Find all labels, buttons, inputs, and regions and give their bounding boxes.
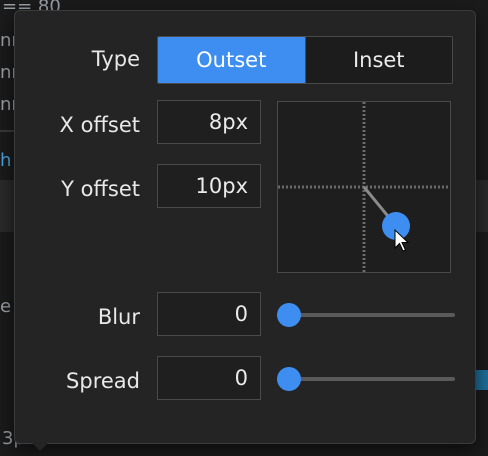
type-inset-button[interactable]: Inset (304, 37, 452, 83)
spread-slider-thumb[interactable] (277, 367, 301, 391)
blur-input[interactable] (157, 292, 261, 336)
type-segmented-control: Outset Inset (157, 36, 453, 84)
spread-slider-track[interactable] (287, 377, 455, 381)
bg-row (474, 180, 488, 232)
type-outset-button[interactable]: Outset (158, 37, 305, 83)
x-offset-label: X offset (59, 113, 140, 137)
y-offset-label: Y offset (61, 177, 140, 201)
spread-input[interactable] (157, 356, 261, 400)
offset-pad[interactable] (277, 101, 451, 273)
spread-label: Spread (66, 369, 140, 393)
spread-slider[interactable] (277, 367, 455, 391)
offset-pad-graphic (278, 102, 450, 272)
popup-caret (30, 441, 50, 451)
blur-slider-track[interactable] (287, 313, 455, 317)
bg-text-fragment: h (0, 150, 12, 171)
blur-slider-thumb[interactable] (277, 303, 301, 327)
blur-slider[interactable] (277, 303, 455, 327)
x-offset-input[interactable] (157, 100, 261, 144)
bg-highlight (474, 370, 488, 390)
shadow-editor-popup: Type Outset Inset X offset Y offset Blur… (14, 10, 476, 444)
bg-divider (0, 130, 14, 132)
y-offset-input[interactable] (157, 164, 261, 208)
bg-row (0, 180, 14, 232)
type-label: Type (91, 47, 140, 71)
bg-text-fragment: e (0, 296, 12, 317)
blur-label: Blur (97, 305, 140, 329)
